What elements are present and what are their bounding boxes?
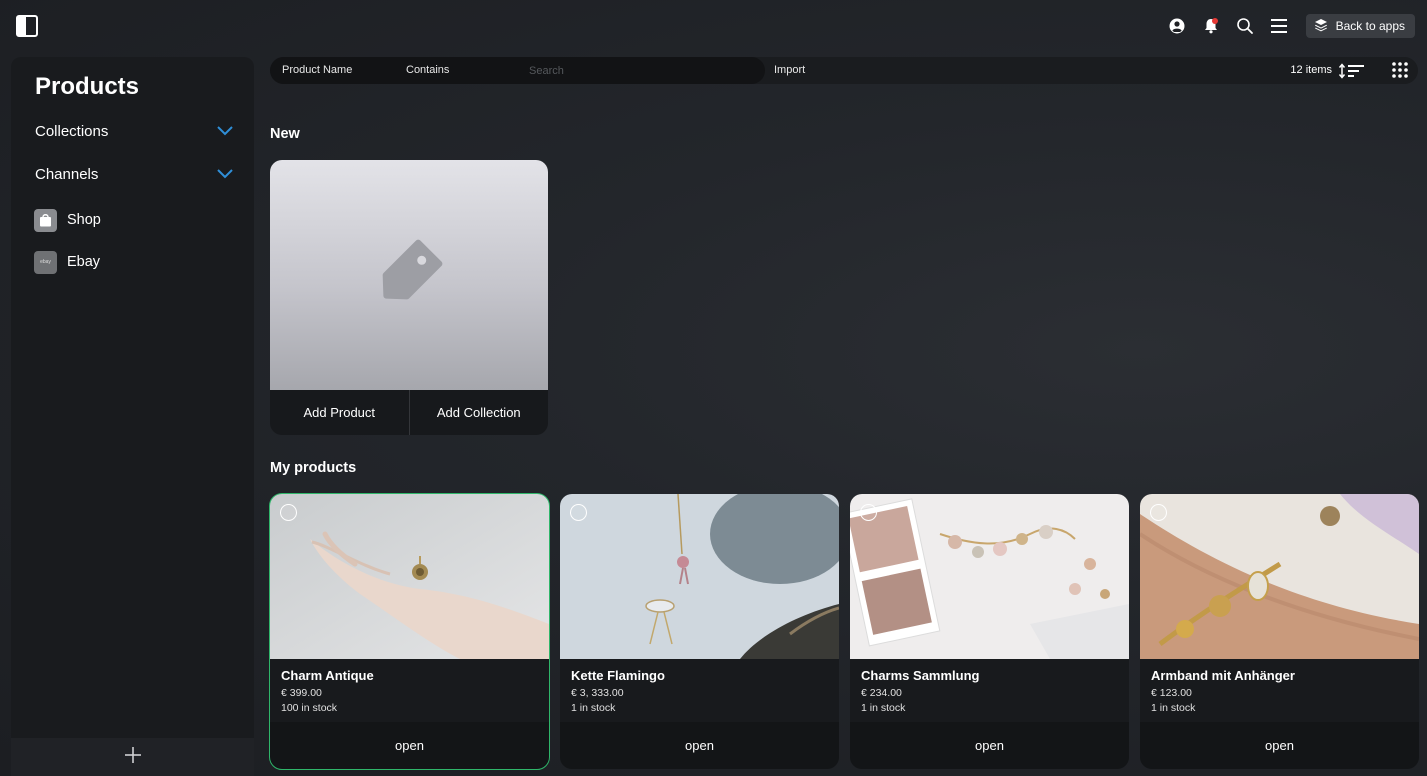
filter-bar: Product Name Contains Import 12 items	[270, 57, 1418, 84]
top-actions: Back to apps	[1160, 14, 1415, 38]
product-card[interactable]: Armband mit Anhänger € 123.00 1 in stock…	[1140, 494, 1419, 769]
items-count: 12 items	[1290, 64, 1332, 76]
new-card-actions: Add Product Add Collection	[270, 390, 548, 435]
search-icon[interactable]	[1228, 14, 1262, 38]
product-price: € 399.00	[281, 687, 322, 699]
top-bar: Back to apps	[0, 0, 1427, 52]
product-price: € 234.00	[861, 687, 902, 699]
sidebar-item-label: Channels	[35, 165, 99, 183]
sidebar-toggle-icon[interactable]	[16, 15, 38, 37]
filter-operator-select[interactable]: Contains	[406, 64, 449, 76]
open-product-button[interactable]: open	[270, 722, 549, 769]
my-products-title: My products	[270, 460, 357, 476]
channel-label: Shop	[67, 212, 101, 228]
product-stock: 100 in stock	[281, 702, 338, 714]
select-checkbox[interactable]	[1150, 504, 1167, 521]
new-section-title: New	[270, 126, 300, 142]
menu-icon[interactable]	[1262, 14, 1296, 38]
page-title: Products	[35, 73, 140, 100]
filter-pill: Product Name Contains	[270, 57, 765, 84]
filter-field-select[interactable]: Product Name	[282, 64, 352, 76]
product-stock: 1 in stock	[571, 702, 616, 714]
product-price: € 3, 333.00	[571, 687, 624, 699]
product-info: Armband mit Anhänger € 123.00 1 in stock	[1140, 659, 1419, 722]
sidebar-item-channels[interactable]: Channels	[35, 160, 233, 188]
sidebar: Products Collections Channels Shop ebay …	[11, 57, 254, 776]
back-to-apps-button[interactable]: Back to apps	[1305, 14, 1415, 38]
plus-icon	[124, 746, 142, 769]
product-image	[850, 494, 1129, 659]
product-info: Charms Sammlung € 234.00 1 in stock	[850, 659, 1129, 722]
product-card[interactable]: Charm Antique € 399.00 100 in stock open	[269, 493, 550, 770]
new-card: Add Product Add Collection	[270, 160, 548, 435]
add-product-button[interactable]: Add Product	[270, 390, 409, 435]
chevron-down-icon	[217, 123, 233, 140]
chevron-down-icon	[217, 166, 233, 183]
open-product-button[interactable]: open	[850, 722, 1129, 769]
back-to-apps-label: Back to apps	[1335, 19, 1405, 33]
channel-item-ebay[interactable]: ebay Ebay	[34, 249, 100, 275]
product-image	[1140, 494, 1419, 659]
add-channel-button[interactable]	[11, 738, 254, 776]
channel-item-shop[interactable]: Shop	[34, 207, 101, 233]
channel-label: Ebay	[67, 254, 101, 270]
shopping-bag-icon	[34, 208, 57, 232]
product-card[interactable]: Kette Flamingo € 3, 333.00 1 in stock op…	[560, 494, 839, 769]
product-name: Charm Antique	[281, 668, 374, 683]
bell-icon[interactable]	[1194, 14, 1228, 38]
product-info: Charm Antique € 399.00 100 in stock	[270, 659, 549, 722]
product-info: Kette Flamingo € 3, 333.00 1 in stock	[560, 659, 839, 722]
price-tag-icon	[369, 233, 449, 318]
select-checkbox[interactable]	[570, 504, 587, 521]
product-stock: 1 in stock	[861, 702, 906, 714]
ebay-icon: ebay	[34, 250, 57, 274]
product-price: € 123.00	[1151, 687, 1192, 699]
sidebar-item-collections[interactable]: Collections	[35, 117, 233, 145]
open-product-button[interactable]: open	[560, 722, 839, 769]
account-icon[interactable]	[1160, 14, 1194, 38]
layers-icon	[1314, 18, 1328, 35]
product-image	[560, 494, 839, 659]
product-name: Kette Flamingo	[571, 668, 665, 683]
product-stock: 1 in stock	[1151, 702, 1196, 714]
select-checkbox[interactable]	[280, 504, 297, 521]
product-image	[270, 494, 549, 659]
grid-view-icon[interactable]	[1391, 61, 1409, 79]
import-button[interactable]: Import	[774, 64, 805, 76]
select-checkbox[interactable]	[860, 504, 877, 521]
new-card-placeholder	[270, 160, 548, 390]
product-card[interactable]: Charms Sammlung € 234.00 1 in stock open	[850, 494, 1129, 769]
product-name: Charms Sammlung	[861, 668, 980, 683]
product-name: Armband mit Anhänger	[1151, 668, 1295, 683]
open-product-button[interactable]: open	[1140, 722, 1419, 769]
search-input[interactable]	[523, 61, 753, 80]
sort-icon[interactable]	[1338, 62, 1368, 80]
sidebar-item-label: Collections	[35, 122, 109, 140]
add-collection-button[interactable]: Add Collection	[408, 390, 549, 435]
